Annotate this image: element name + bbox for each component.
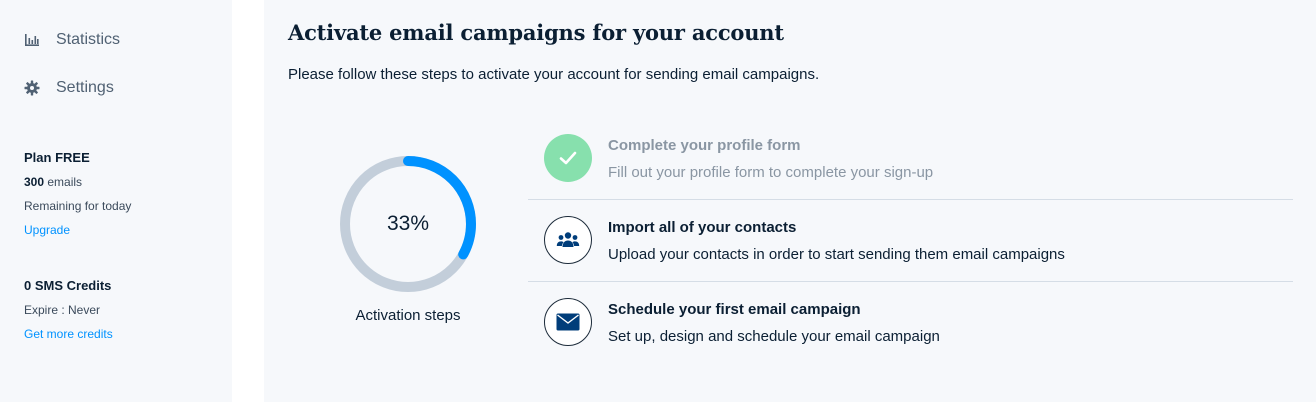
sms-expire: Expire : Never — [24, 303, 101, 317]
step-description: Set up, design and schedule your email c… — [608, 328, 940, 345]
sidebar-item-partial-label — [80, 0, 94, 2]
page-title: Activate email campaigns for your accoun… — [288, 20, 784, 45]
step-title: Import all of your contacts — [608, 219, 797, 236]
sms-info: 0 SMS Credits Expire : Never Get more cr… — [24, 278, 113, 341]
progress-label: Activation steps — [355, 307, 461, 324]
step-icon-badge — [544, 216, 592, 264]
check-icon — [559, 151, 577, 165]
emails-suffix: emails — [44, 175, 83, 189]
step-icon-badge — [544, 298, 592, 346]
sidebar-item-label: Settings — [56, 79, 114, 96]
sidebar-item-settings[interactable]: Settings — [24, 79, 114, 97]
sidebar-divider — [232, 0, 264, 402]
activation-steps: Complete your profile form Fill out your… — [528, 118, 1293, 363]
gear-icon — [24, 80, 40, 96]
envelope-icon — [556, 313, 580, 331]
progress-percent: 33% — [386, 212, 430, 235]
emails-remaining-count: 300 emails — [24, 175, 131, 189]
step-schedule-campaign[interactable]: Schedule your first email campaign Set u… — [528, 282, 1293, 363]
step-title: Schedule your first email campaign — [608, 301, 861, 318]
step-done-badge — [544, 134, 592, 182]
sms-credits-title: 0 SMS Credits — [24, 278, 112, 293]
get-more-credits-link[interactable]: Get more credits — [24, 327, 113, 341]
sidebar-item-statistics[interactable]: Statistics — [24, 31, 120, 49]
upgrade-link[interactable]: Upgrade — [24, 223, 131, 237]
activation-panel: Activate email campaigns for your accoun… — [264, 0, 1316, 402]
plan-title: Plan FREE — [24, 150, 90, 165]
emails-count: 300 — [24, 175, 45, 189]
bar-chart-icon — [24, 32, 40, 48]
remaining-label: Remaining for today — [24, 199, 132, 213]
sidebar: Statistics Settings Plan FREE 300 emails… — [0, 0, 232, 402]
step-description: Fill out your profile form to complete y… — [608, 164, 934, 181]
contacts-icon — [556, 232, 580, 247]
app: Statistics Settings Plan FREE 300 emails… — [0, 0, 1316, 402]
page-subtitle: Please follow these steps to activate yo… — [288, 66, 820, 83]
plan-info: Plan FREE 300 emails Remaining for today… — [24, 150, 131, 237]
step-description: Upload your contacts in order to start s… — [608, 246, 1065, 263]
step-profile-form[interactable]: Complete your profile form Fill out your… — [528, 118, 1293, 200]
step-title: Complete your profile form — [608, 137, 801, 154]
step-import-contacts[interactable]: Import all of your contacts Upload your … — [528, 200, 1293, 282]
sidebar-item-partial[interactable] — [24, 0, 94, 2]
sidebar-item-label: Statistics — [56, 31, 121, 48]
